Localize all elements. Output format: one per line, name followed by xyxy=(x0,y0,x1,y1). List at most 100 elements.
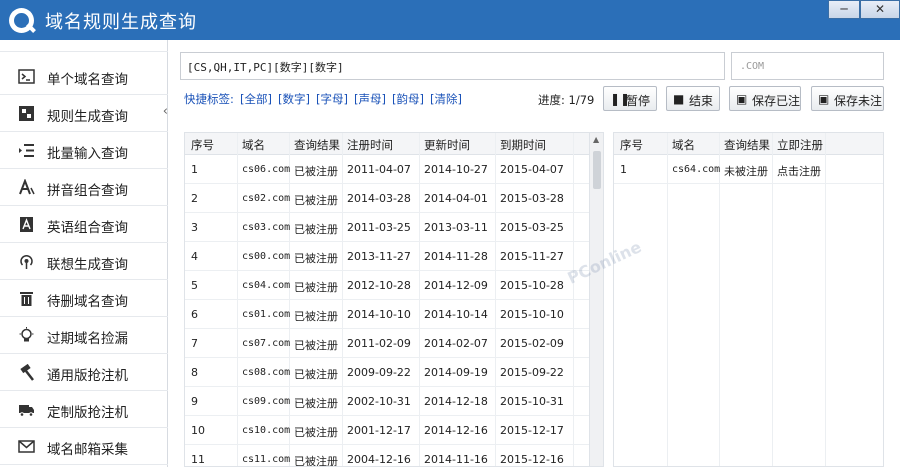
pause-button[interactable]: ❚❚ 暂停 xyxy=(603,86,657,111)
table-cell: 6 xyxy=(191,308,198,321)
table-cell: 2009-09-22 xyxy=(347,366,411,379)
save-registered-button[interactable]: ▣ 保存已注 xyxy=(729,86,801,111)
table-row[interactable]: 10 cs10.com 已被注册 2001-12-17 2014-12-16 2015-1… xyxy=(185,416,603,445)
quick-tag-letter[interactable]: [字母] xyxy=(316,91,348,107)
table-row[interactable]: 8 cs08.com 已被注册 2009-09-22 2014-09-19 2015-09… xyxy=(185,358,603,387)
sidebar-item-partial[interactable] xyxy=(0,15,168,52)
table-row[interactable]: 3 cs03.com 已被注册 2011-03-25 2013-03-11 2015-03… xyxy=(185,213,603,242)
suffix-input[interactable]: .COM xyxy=(731,52,884,80)
table-cell: 2015-02-09 xyxy=(500,337,564,350)
table-cell: 2014-11-28 xyxy=(424,250,488,263)
column-header[interactable]: 序号 xyxy=(191,137,214,153)
table-cell: 已被注册 xyxy=(294,223,338,236)
table-cell: 4 xyxy=(191,250,198,263)
sidebar-item-label: 待删域名查询 xyxy=(47,294,128,310)
table-row[interactable]: 1 cs06.com 已被注册 2011-04-07 2014-10-27 2015-04… xyxy=(185,155,603,184)
table-cell: cs02.com xyxy=(242,193,291,204)
hammer-icon xyxy=(20,364,34,381)
quick-tag-digit[interactable]: [数字] xyxy=(278,91,310,107)
table-cell: 9 xyxy=(191,395,198,408)
table-row[interactable]: 4 cs00.com 已被注册 2013-11-27 2014-11-28 2015-11… xyxy=(185,242,603,271)
close-button[interactable]: ✕ xyxy=(860,0,900,19)
column-header[interactable]: 序号 xyxy=(620,137,643,153)
table-cell: 2014-09-19 xyxy=(424,366,488,379)
quick-tag-all[interactable]: [全部] xyxy=(240,91,272,107)
sidebar-item-associate-query[interactable]: 联想生成查询 xyxy=(0,243,168,280)
column-header[interactable]: 更新时间 xyxy=(424,137,470,153)
column-header[interactable]: 域名 xyxy=(672,137,695,153)
table-cell: cs08.com xyxy=(242,367,291,378)
scroll-thumb[interactable] xyxy=(593,151,601,189)
table-cell: 2015-03-25 xyxy=(500,221,564,234)
sidebar-item-generic-sniper[interactable]: 通用版抢注机 xyxy=(0,354,168,391)
table-cell: 2015-09-22 xyxy=(500,366,564,379)
dictionary-icon xyxy=(20,217,33,232)
quick-tag-clear[interactable]: [清除] xyxy=(430,91,462,107)
table-cell: 2013-11-27 xyxy=(347,250,411,263)
sidebar-item-custom-sniper[interactable]: 定制版抢注机 xyxy=(0,391,168,428)
table-row[interactable]: 7 cs07.com 已被注册 2011-02-09 2014-02-07 2015-02… xyxy=(185,329,603,358)
table-cell: cs01.com xyxy=(242,309,291,320)
table-cell: 已被注册 xyxy=(294,368,338,381)
sidebar-item-expired-pickup[interactable]: 过期域名捡漏 xyxy=(0,317,168,354)
table-row[interactable]: 9 cs09.com 已被注册 2002-10-31 2014-12-18 2015-10… xyxy=(185,387,603,416)
unregistered-results-table[interactable]: 序号 域名 查询结果 立即注册 1 cs64.com 未被注册 点击注册 xyxy=(613,132,884,467)
sidebar-item-batch-query[interactable]: 批量输入查询 xyxy=(0,132,168,169)
table-row[interactable]: 5 cs04.com 已被注册 2012-10-28 2014-12-09 2015-10… xyxy=(185,271,603,300)
rule-input[interactable]: [CS,QH,IT,PC][数字][数字] xyxy=(180,52,725,80)
table-cell: 8 xyxy=(191,366,198,379)
table-row[interactable]: 1 cs64.com 未被注册 点击注册 xyxy=(614,155,883,184)
trash-icon xyxy=(20,292,33,306)
sidebar-item-single-query[interactable]: 单个域名查询 xyxy=(0,58,168,95)
table-scrollbar[interactable]: ▲ xyxy=(589,133,603,466)
table-cell: 10 xyxy=(191,424,205,437)
sidebar-item-email-collect[interactable]: 域名邮箱采集 xyxy=(0,428,168,465)
quick-tag-final[interactable]: [韵母] xyxy=(392,91,424,107)
terminal-icon xyxy=(18,69,35,84)
table-row[interactable]: 6 cs01.com 已被注册 2014-10-10 2014-10-14 2015-10… xyxy=(185,300,603,329)
registered-results-table[interactable]: 序号 域名 查询结果 注册时间 更新时间 到期时间 1 cs06.com 已被注册 2… xyxy=(184,132,604,467)
sidebar-item-pending-delete[interactable]: 待删域名查询 xyxy=(0,280,168,317)
table-cell: 2014-02-07 xyxy=(424,337,488,350)
grid-icon xyxy=(19,106,34,121)
sidebar-item-pinyin-query[interactable]: 拼音组合查询 xyxy=(0,169,168,206)
sidebar-item-label: 规则生成查询 xyxy=(47,109,128,125)
stop-button[interactable]: ■ 结束 xyxy=(666,86,720,111)
sidebar-item-label: 英语组合查询 xyxy=(47,220,128,236)
table-cell: 2012-10-28 xyxy=(347,279,411,292)
save-unregistered-button[interactable]: ▣ 保存未注 xyxy=(811,86,884,111)
table-cell: 5 xyxy=(191,279,198,292)
column-header[interactable]: 查询结果 xyxy=(724,137,770,153)
table-cell: 2015-03-28 xyxy=(500,192,564,205)
table-cell: 2011-02-09 xyxy=(347,337,411,350)
column-header[interactable]: 立即注册 xyxy=(777,137,823,153)
table-cell: 2014-10-27 xyxy=(424,163,488,176)
register-link[interactable]: 点击注册 xyxy=(777,163,821,179)
sidebar-item-rule-query[interactable]: 规则生成查询 xyxy=(0,95,168,132)
table-cell: 2015-04-07 xyxy=(500,163,564,176)
stop-icon: ■ xyxy=(673,92,685,106)
table-cell: 2014-12-18 xyxy=(424,395,488,408)
sidebar-item-label: 域名邮箱采集 xyxy=(47,442,128,458)
envelope-icon xyxy=(18,440,35,453)
table-row[interactable]: 11 cs11.com 已被注册 2004-12-16 2014-11-16 2015-1… xyxy=(185,445,603,466)
column-header[interactable]: 域名 xyxy=(242,137,265,153)
list-indent-icon xyxy=(19,144,34,157)
sidebar-item-english-query[interactable]: 英语组合查询 xyxy=(0,206,168,243)
column-header[interactable]: 到期时间 xyxy=(500,137,546,153)
quick-tag-initial[interactable]: [声母] xyxy=(354,91,386,107)
scroll-up-icon[interactable]: ▲ xyxy=(593,135,599,144)
table-row[interactable]: 2 cs02.com 已被注册 2014-03-28 2014-04-01 2015-03… xyxy=(185,184,603,213)
column-header[interactable]: 查询结果 xyxy=(294,137,340,153)
sidebar-item-label: 通用版抢注机 xyxy=(47,368,128,384)
table-cell: 2011-03-25 xyxy=(347,221,411,234)
font-a-icon xyxy=(19,179,35,195)
column-header[interactable]: 注册时间 xyxy=(347,137,393,153)
table-cell: 2001-12-17 xyxy=(347,424,411,437)
table-cell: 7 xyxy=(191,337,198,350)
sidebar-item-label: 拼音组合查询 xyxy=(47,183,128,199)
table-cell: 已被注册 xyxy=(294,426,338,439)
minimize-button[interactable]: ─ xyxy=(828,0,860,19)
table-cell: 2015-12-17 xyxy=(500,424,564,437)
table-cell: cs06.com xyxy=(242,164,291,175)
